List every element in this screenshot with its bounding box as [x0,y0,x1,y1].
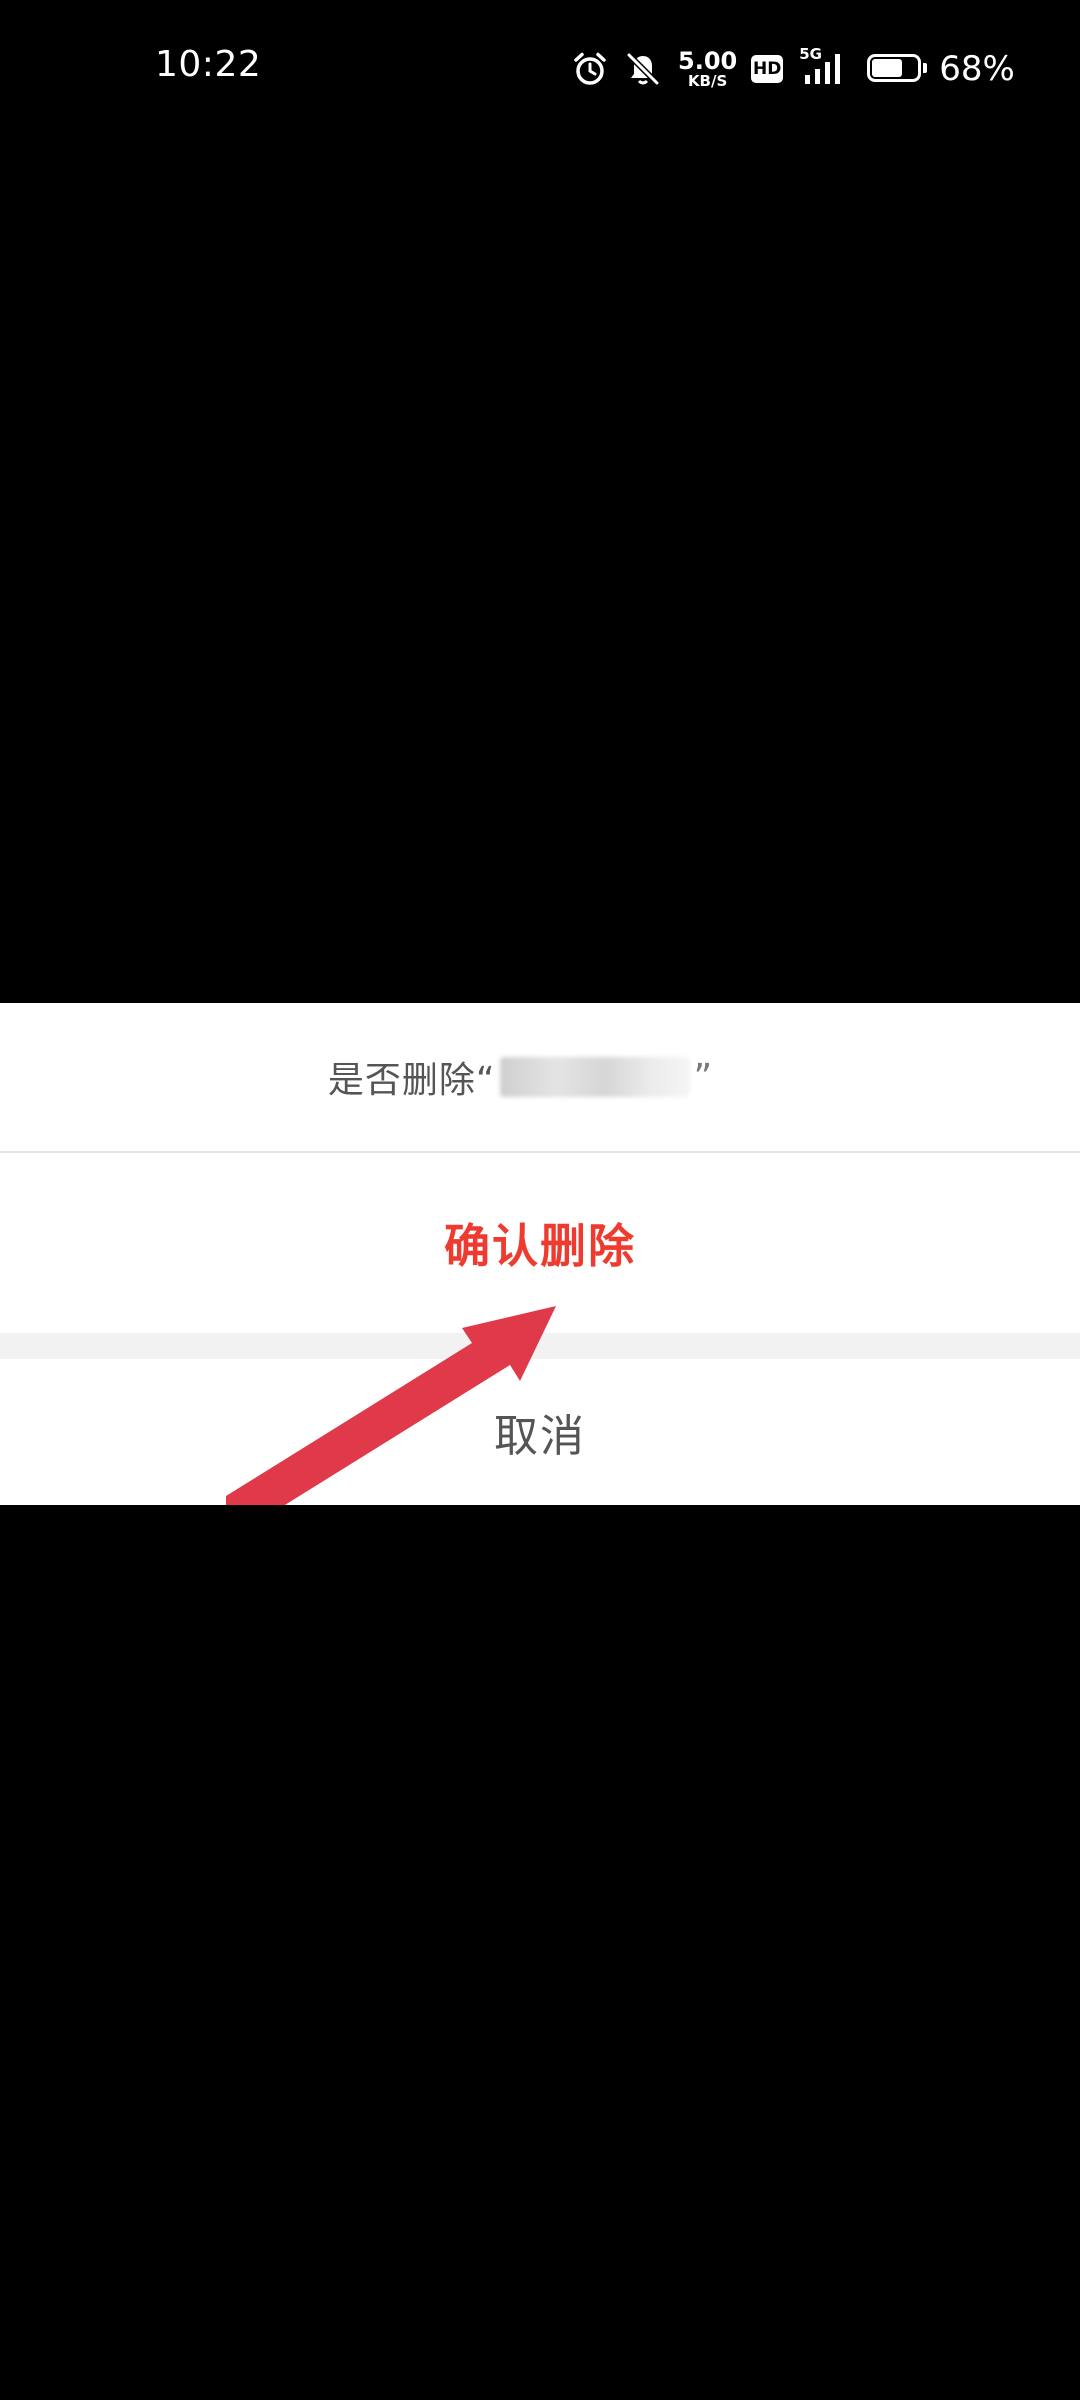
signal-indicator: 5G [799,45,849,89]
battery-percent: 68% [939,49,1015,89]
delete-confirm-sheet: 是否删除“ ” 确认删除 取消 [0,1003,1080,1505]
battery-icon [867,54,928,84]
bell-muted-icon [626,52,660,86]
section-gap [0,1333,1080,1359]
dialog-message-text: 是否删除“ [327,1060,496,1101]
network-speed-value: 5.00 [678,47,738,75]
status-bar: 10:22 5.00 KB/S HD 5G 68% [0,0,1080,140]
status-icons: 5.00 KB/S HD 5G 68% [572,44,1015,94]
dialog-message-suffix: ” [693,1056,713,1098]
phone-screen: 10:22 5.00 KB/S HD 5G 68% 是否删除“ ” 确认删除 取… [0,0,1080,2400]
network-speed: 5.00 KB/S [678,49,737,89]
alarm-icon [574,52,606,85]
redacted-item-name [499,1057,690,1097]
status-time: 10:22 [155,44,262,85]
hd-badge: HD [751,55,784,83]
dialog-message: 是否删除“ ” [0,1003,1080,1151]
cancel-button[interactable]: 取消 [0,1359,1080,1505]
battery-level-fill [872,59,903,77]
signal-icon [805,54,841,84]
network-speed-unit: KB/S [687,72,728,90]
confirm-delete-button[interactable]: 确认删除 [0,1153,1080,1333]
